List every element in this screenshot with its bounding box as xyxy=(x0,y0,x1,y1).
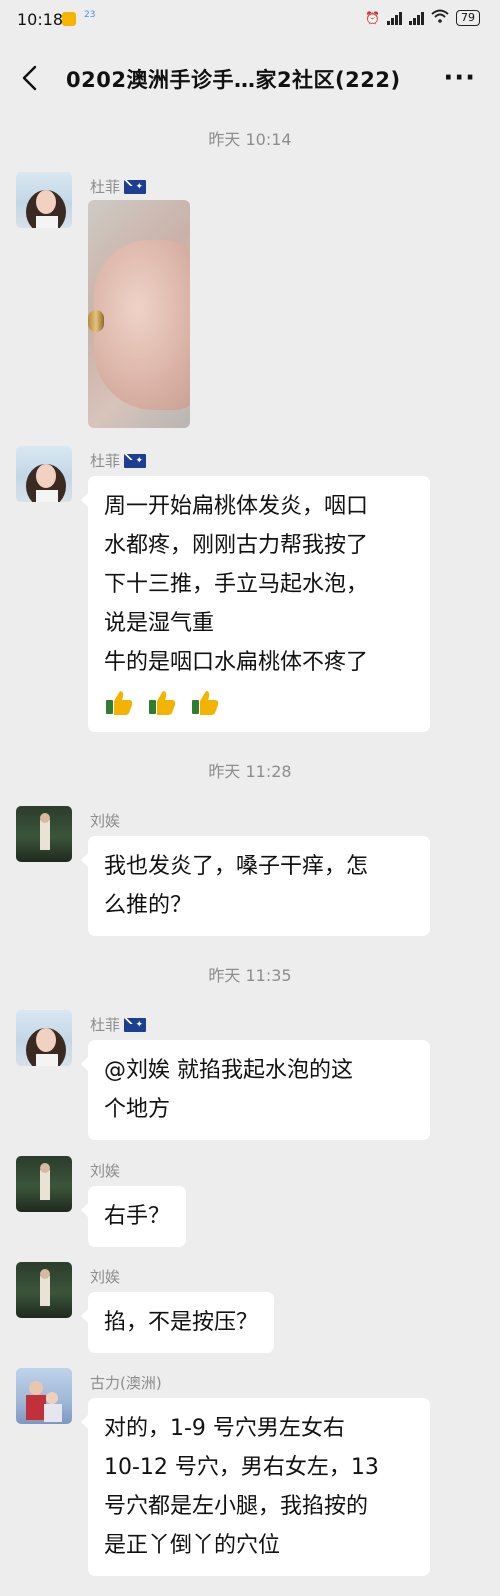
message-bubble[interactable]: 掐，不是按压？ xyxy=(80,1292,275,1353)
sender-label: 杜菲 xyxy=(90,178,121,196)
calendar-notification-icon: 23 xyxy=(84,10,96,20)
hand-photo xyxy=(94,240,190,410)
message-bubble[interactable]: 右手？ xyxy=(80,1186,187,1247)
avatar[interactable] xyxy=(16,1262,72,1318)
alarm-icon: ⏰ xyxy=(365,10,380,25)
signal-icon xyxy=(387,11,402,25)
avatar[interactable] xyxy=(16,446,72,502)
sender-label: 刘娭 xyxy=(90,1268,121,1286)
message-line: 对的，1-9 号穴男左女右 xyxy=(104,1416,345,1441)
australia-flag-icon xyxy=(124,179,147,194)
sender-name: 杜菲 xyxy=(90,176,147,197)
message-line: 个地方 xyxy=(104,1097,171,1122)
thumbs-up-icon xyxy=(106,691,133,715)
message-line: 么推的？ xyxy=(104,893,193,918)
timestamp: 昨天 11:28 xyxy=(208,762,292,781)
sender-name: 刘娭 xyxy=(90,810,120,831)
message-bubble[interactable]: 对的，1-9 号穴男左女右 10-12 号穴，男右女左，13 号穴都是左小腿，我… xyxy=(81,1398,430,1576)
message-line: 说是湿气重 xyxy=(104,611,215,636)
sender-name: 杜菲 xyxy=(90,450,147,471)
sender-name: 刘娭 xyxy=(90,1160,120,1181)
image-message[interactable] xyxy=(88,200,190,428)
message-line: 号穴都是左小腿，我掐按的 xyxy=(104,1494,369,1519)
status-icons: ⏰ 79 xyxy=(365,9,480,26)
message-line: 是正丫倒丫的穴位 xyxy=(104,1533,281,1558)
message-bubble[interactable]: 我也发炎了，嗓子干痒，怎 么推的？ xyxy=(81,836,430,936)
signal-icon-2 xyxy=(409,11,424,25)
notification-app-icon xyxy=(62,12,76,26)
avatar[interactable] xyxy=(16,806,72,862)
status-bar: 10:18 23 ⏰ 79 xyxy=(0,0,500,44)
message-bubble[interactable]: 周一开始扁桃体发炎，咽口 水都疼，刚刚古力帮我按了 下十三推，手立马起水泡， 说… xyxy=(81,476,430,732)
sender-name: 杜菲 xyxy=(90,1014,147,1035)
australia-flag-icon xyxy=(124,453,147,468)
message-line: 我也发炎了，嗓子干痒，怎 xyxy=(104,854,369,879)
message-line: 10-12 号穴，男右女左，13 xyxy=(104,1455,379,1480)
avatar[interactable] xyxy=(16,1368,72,1424)
message-line: 牛的是咽口水扁桃体不疼了 xyxy=(104,650,369,675)
sender-label: 杜菲 xyxy=(90,452,121,470)
australia-flag-icon xyxy=(124,1017,147,1032)
timestamp: 昨天 10:14 xyxy=(208,130,292,149)
sender-name: 刘娭 xyxy=(90,1266,120,1287)
timestamp: 昨天 11:35 xyxy=(208,966,292,985)
status-time: 10:18 xyxy=(17,10,64,29)
avatar[interactable] xyxy=(16,1010,72,1066)
message-line: 掐，不是按压？ xyxy=(104,1310,259,1335)
wifi-icon xyxy=(431,9,449,26)
avatar[interactable] xyxy=(16,172,72,228)
sender-label: 刘娭 xyxy=(90,812,121,830)
chevron-left-icon[interactable] xyxy=(18,64,42,92)
thumbs-up-icon xyxy=(149,691,176,715)
message-line: 水都疼，刚刚古力帮我按了 xyxy=(104,533,369,558)
message-bubble[interactable]: @刘娭 就掐我起水泡的这 个地方 xyxy=(81,1040,430,1140)
message-line: @刘娭 就掐我起水泡的这 xyxy=(104,1058,353,1083)
battery-icon: 79 xyxy=(456,9,480,26)
ring-detail xyxy=(88,310,104,332)
thumbs-up-icon xyxy=(192,691,219,715)
emoji-row xyxy=(104,682,414,721)
message-line: 右手？ xyxy=(104,1204,171,1229)
chat-header: 0202澳洲手诊手…家2社区(222) ··· xyxy=(0,50,500,106)
message-line: 周一开始扁桃体发炎，咽口 xyxy=(104,494,369,519)
message-line: 下十三推，手立马起水泡， xyxy=(104,572,369,597)
sender-label: 刘娭 xyxy=(90,1162,121,1180)
sender-label: 古力(澳洲) xyxy=(90,1374,162,1392)
chat-title[interactable]: 0202澳洲手诊手…家2社区(222) xyxy=(66,64,401,94)
avatar[interactable] xyxy=(16,1156,72,1212)
ellipsis-icon[interactable]: ··· xyxy=(443,65,476,91)
sender-label: 杜菲 xyxy=(90,1016,121,1034)
sender-name: 古力(澳洲) xyxy=(90,1372,162,1393)
